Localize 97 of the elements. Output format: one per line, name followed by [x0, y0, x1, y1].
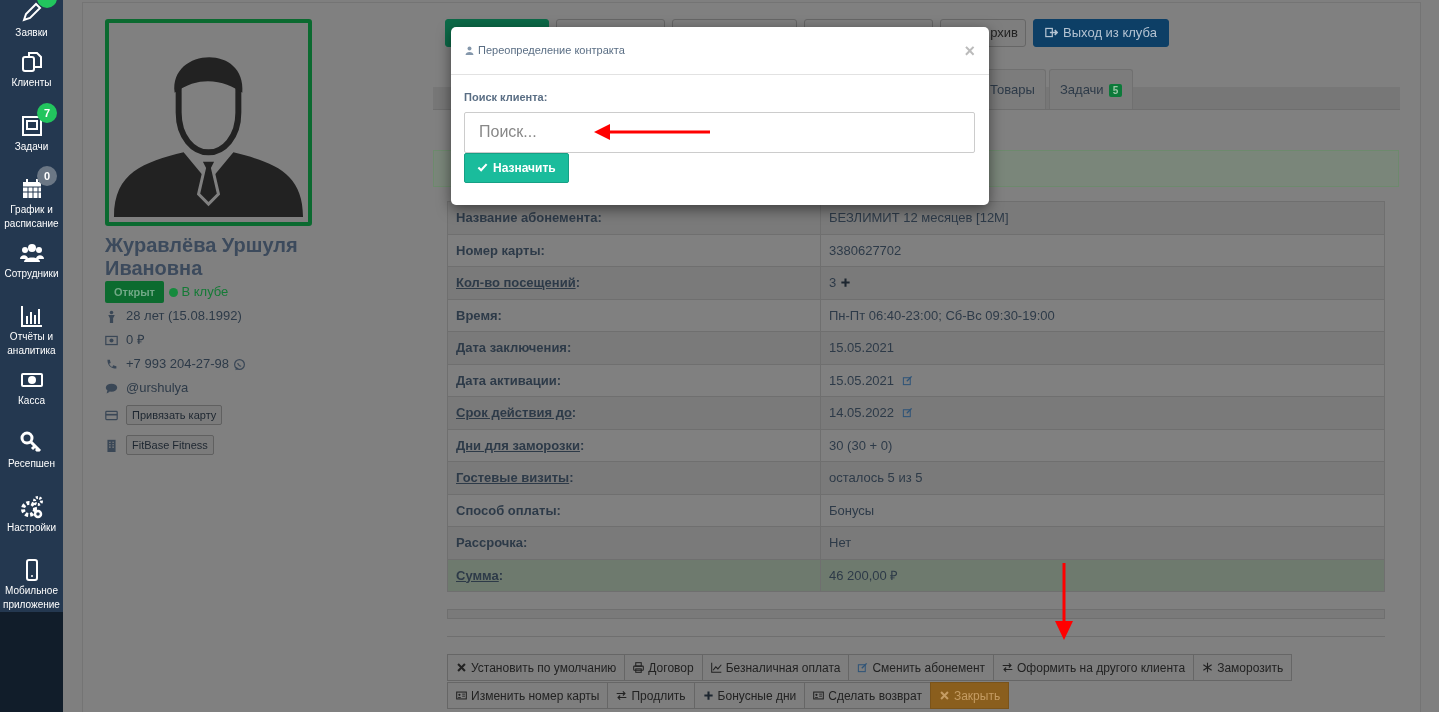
field-value: Бонусы [829, 502, 875, 518]
field-value: 14.05.2022 [829, 405, 895, 420]
printer-icon [633, 662, 645, 673]
edit-icon [857, 662, 869, 673]
chat-icon [105, 381, 118, 395]
field-label: Дата заключения: [456, 340, 572, 355]
action-button[interactable]: Сменить абонемент [848, 654, 995, 681]
detail-text: 28 лет (15.08.1992) [126, 307, 242, 326]
colon-text: : [498, 567, 504, 583]
field-label: Номер карты: [456, 242, 545, 258]
id-card-icon [813, 690, 825, 701]
colon-text: : [569, 470, 574, 485]
sidebar-item[interactable]: Мобильное приложение [0, 548, 63, 612]
count-badge: 0 [37, 166, 57, 186]
sidebar-item[interactable]: Касса [0, 357, 63, 421]
dialog-title: Переопределение контракта [478, 43, 625, 59]
sidebar-item[interactable]: Задачи 7 [0, 103, 63, 167]
field-value: 3 [829, 275, 837, 290]
detail-text: @urshulya [126, 379, 189, 398]
field-link[interactable]: Кол-во посещений [456, 275, 576, 290]
field-label: Поиск клиента: [464, 90, 549, 105]
field-value: Нет [829, 535, 852, 550]
action-button[interactable]: Установить по умолчанию [447, 654, 626, 681]
action-button[interactable]: Продлить [607, 682, 695, 709]
building-icon [105, 438, 118, 452]
field-link[interactable]: Гостевые визиты [456, 470, 570, 485]
action-button[interactable]: Изменить номер карты [447, 682, 609, 709]
field-value: 30 (30 + 0) [829, 437, 893, 453]
id-card-icon [456, 690, 467, 701]
key-icon [19, 431, 44, 455]
status-badge: Открыт [105, 280, 164, 304]
action-button[interactable]: Безналичная оплата [701, 654, 850, 681]
field-label: Дата активации: [456, 372, 562, 388]
field-value: осталось 5 из 5 [829, 470, 923, 485]
bar-chart-icon [19, 304, 44, 328]
toolbar-button[interactable]: Выход из клуба [1033, 19, 1169, 47]
action-button[interactable]: Бонусные дни [693, 682, 806, 709]
field-link[interactable]: Дни для заморозки [456, 437, 580, 453]
action-button[interactable]: Заморозить [1193, 654, 1293, 681]
banknote-icon [105, 333, 118, 347]
field-value: 15.05.2021 [829, 372, 895, 388]
gears-icon [19, 494, 44, 519]
close-icon [456, 662, 467, 673]
sidebar-item[interactable]: График и расписание 0 [0, 167, 63, 231]
count-badge: 5 [1108, 84, 1123, 97]
tasks-icon [19, 113, 44, 138]
detail-text: 0 ₽ [126, 331, 145, 350]
action-button[interactable]: Закрыть [929, 682, 1010, 709]
field-value: Пн-Пт 06:40-23:00; Сб-Вс 09:30-19:00 [829, 307, 1055, 323]
field-link[interactable]: Срок действия до [456, 405, 572, 420]
whatsapp-icon [233, 357, 246, 371]
detail-text: +7 993 204-27-98 [126, 355, 229, 374]
field-label: Способ оплаты: [456, 502, 561, 518]
assign-button[interactable]: Назначить [464, 152, 569, 183]
field-value: БЕЗЛИМИТ 12 месяцев [12M] [829, 210, 1009, 225]
sidebar-item[interactable]: Отчёты и аналитика [0, 294, 63, 358]
presence-status: В клубе [181, 283, 229, 302]
field-value: 15.05.2021 [829, 340, 895, 355]
documents-icon [19, 50, 44, 74]
action-button[interactable]: Договор [624, 654, 703, 681]
sidebar-item[interactable]: Настройки [0, 484, 63, 548]
sidebar-item[interactable]: Клиенты [0, 40, 63, 104]
sidebar-item[interactable]: Заявки [0, 0, 63, 40]
action-button[interactable]: Сделать возврат [804, 682, 931, 709]
field-label: Рассрочка: [456, 535, 528, 550]
pencil-icon [19, 0, 44, 24]
plus-icon [702, 690, 714, 701]
credit-card-icon [105, 408, 118, 422]
colon-text: : [571, 405, 577, 420]
phone-icon [105, 357, 118, 371]
line-chart-icon [710, 662, 722, 673]
sidebar-item[interactable]: Ресепшен [0, 421, 63, 485]
action-button[interactable]: Оформить на другого клиента [993, 654, 1195, 681]
colon-text: : [580, 437, 585, 453]
edit-icon[interactable] [902, 407, 914, 418]
field-value: 3380627702 [829, 242, 902, 258]
client-name: Журавлёва Уршуля Ивановна [105, 234, 299, 280]
field-label: Название абонемента: [456, 210, 602, 225]
exchange-icon [616, 690, 628, 701]
field-label: Время: [456, 307, 502, 323]
detail-button[interactable]: Привязать карту [126, 404, 223, 426]
edit-icon[interactable] [902, 374, 914, 386]
sidebar-item[interactable]: Сотрудники [0, 230, 63, 294]
field-link[interactable]: Сумма [456, 567, 499, 583]
exchange-icon [1002, 662, 1014, 673]
close-icon [938, 690, 950, 701]
field-value: 46 200,00 ₽ [829, 567, 899, 583]
presence-dot [169, 287, 179, 297]
search-field[interactable]: Поиск... [464, 111, 975, 153]
snowflake-icon [1202, 662, 1214, 673]
tab[interactable]: Задачи 5 [1049, 69, 1134, 109]
sign-out-icon [1045, 26, 1059, 40]
colon-text: : [575, 275, 580, 290]
check-icon [477, 162, 488, 173]
plus-icon[interactable] [840, 277, 852, 288]
user-icon [465, 46, 474, 55]
detail-button[interactable]: FitBase Fitness [126, 434, 214, 456]
